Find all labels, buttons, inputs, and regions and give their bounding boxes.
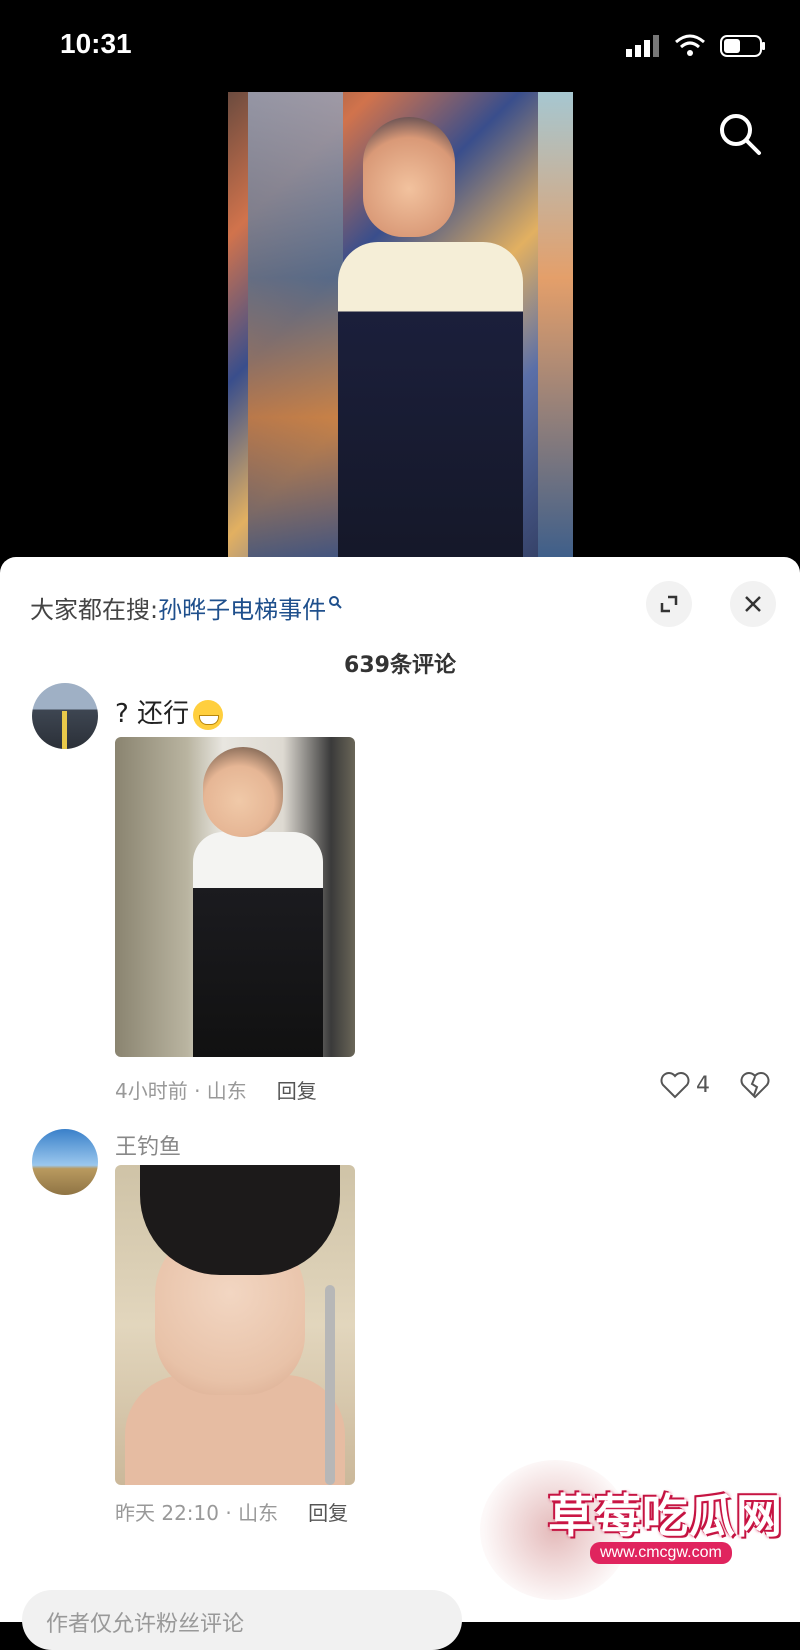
elevator-panel [248, 92, 343, 557]
battery-icon [720, 34, 766, 62]
elevator-door [538, 92, 573, 557]
avatar[interactable] [32, 1129, 98, 1195]
comment-item: ? 还行 4小时前 · 山东 回复 4 [0, 675, 800, 1115]
grin-emoji-icon [193, 699, 224, 730]
comment-image[interactable] [115, 737, 355, 1057]
status-icons [626, 34, 766, 62]
status-time: 10:31 [60, 28, 132, 59]
heart-icon [660, 1072, 690, 1099]
comment-time-location: 昨天 22:10 · 山东 [115, 1501, 279, 1525]
person-head [203, 747, 283, 837]
trending-term[interactable]: 孙晔子电梯事件 [158, 596, 326, 624]
trending-prefix: 大家都在搜: [30, 596, 159, 624]
expand-icon [660, 595, 678, 613]
like-button[interactable]: 4 [660, 1071, 710, 1099]
comment-meta: 4小时前 · 山东 回复 [115, 1075, 317, 1104]
avatar[interactable] [32, 683, 98, 749]
person-body [193, 832, 323, 1057]
expand-button[interactable] [646, 581, 692, 627]
comment-input[interactable]: 作者仅允许粉丝评论 [22, 1590, 462, 1650]
search-icon [720, 114, 761, 155]
broken-heart-icon [740, 1072, 770, 1099]
person-head [363, 117, 455, 237]
like-count: 4 [696, 1072, 710, 1098]
comment-body: ? 还行 [115, 699, 190, 729]
signal-icon [626, 35, 660, 61]
trending-search[interactable]: 大家都在搜:孙晔子电梯事件 [30, 587, 342, 625]
watermark: 草莓吃瓜网 www.cmcgw.com [470, 1450, 800, 1622]
comment-image[interactable] [115, 1165, 355, 1485]
watermark-url: www.cmcgw.com [590, 1542, 732, 1564]
reply-button[interactable]: 回复 [308, 1501, 348, 1525]
close-button[interactable] [730, 581, 776, 627]
wifi-icon [674, 34, 706, 62]
reply-button[interactable]: 回复 [277, 1079, 317, 1103]
person-body [338, 242, 523, 557]
small-search-icon [328, 587, 342, 615]
comment-meta: 昨天 22:10 · 山东 回复 [115, 1497, 348, 1526]
search-button[interactable] [716, 110, 764, 158]
comment-text: ? 还行 [115, 693, 224, 730]
video-frame[interactable] [228, 92, 573, 557]
comment-username[interactable]: 王钓鱼 [115, 1129, 181, 1161]
dislike-button[interactable] [740, 1071, 770, 1103]
close-icon [745, 596, 761, 612]
status-bar: 10:31 [0, 0, 800, 90]
watermark-title: 草莓吃瓜网 [548, 1489, 783, 1543]
shower-pipe [325, 1285, 335, 1485]
comment-time-location: 4小时前 · 山东 [115, 1079, 247, 1103]
